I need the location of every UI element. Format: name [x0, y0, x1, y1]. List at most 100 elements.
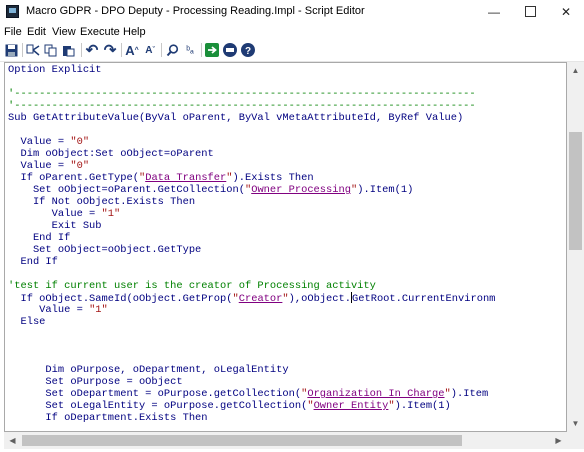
code-line[interactable]: End If	[8, 256, 495, 268]
code-line[interactable]: '---------------------------------------…	[8, 88, 495, 100]
code-token: Dim oPurpose, oDepartment, oLegalEntity	[8, 364, 289, 376]
code-line[interactable]: Exit Sub	[8, 220, 495, 232]
stop-button[interactable]	[222, 42, 238, 58]
code-line[interactable]: Value = "0"	[8, 136, 495, 148]
code-line[interactable]: Option Explicit	[8, 64, 495, 76]
code-line[interactable]: Set oPurpose = oObject	[8, 376, 495, 388]
code-line[interactable]: Set oObject=oObject.GetType	[8, 244, 495, 256]
code-line[interactable]	[8, 268, 495, 280]
code-token: ).Item(1)	[394, 400, 451, 412]
maximize-button[interactable]	[512, 0, 548, 24]
code-token: Value =	[8, 136, 71, 148]
menu-view[interactable]: View	[52, 26, 76, 38]
code-token: Set oDepartment = oPurpose.getCollection…	[8, 388, 302, 400]
code-token: "0"	[70, 160, 90, 172]
code-link[interactable]: Owner Entity	[314, 400, 389, 412]
menu-help[interactable]: Help	[123, 26, 146, 38]
horizontal-scroll-thumb[interactable]	[22, 435, 462, 446]
code-line[interactable]: If oParent.GetType("Data Transfer").Exis…	[8, 172, 495, 184]
code-line[interactable]: If Not oObject.Exists Then	[8, 196, 495, 208]
scroll-down-icon[interactable]: ▼	[567, 415, 584, 432]
code-line[interactable]: Value = "0"	[8, 160, 495, 172]
code-token: End If	[8, 232, 71, 244]
code-line[interactable]: Sub GetAttributeValue(ByVal oParent, ByV…	[8, 112, 495, 124]
code-link[interactable]: Owner Processing	[251, 184, 351, 196]
code-token: Set oPurpose = oObject	[8, 376, 183, 388]
redo-button[interactable]: ↷	[102, 42, 118, 59]
toolbar-separator	[121, 43, 122, 57]
run-button[interactable]	[204, 42, 220, 58]
toolbar-separator	[161, 43, 162, 57]
code-token: "1"	[89, 304, 108, 316]
font-decrease-icon: A	[145, 44, 153, 56]
code-link[interactable]: Creator	[239, 293, 283, 305]
code-line[interactable]	[8, 340, 495, 352]
undo-button[interactable]: ↶	[84, 42, 100, 59]
code-line[interactable]	[8, 124, 495, 136]
horizontal-scrollbar[interactable]: ◀ ▶	[4, 432, 567, 449]
help-button[interactable]: ?	[240, 42, 256, 58]
code-token: Dim oObject:Set oObject=oParent	[8, 148, 214, 160]
code-line[interactable]: If oObject.SameId(oObject.GetProp("Creat…	[8, 292, 496, 305]
toolbar-separator	[81, 43, 82, 57]
code-editor[interactable]: Option Explicit '-----------------------…	[4, 62, 567, 432]
search-button[interactable]	[164, 42, 180, 58]
window-title: Macro GDPR - DPO Deputy - Processing Rea…	[26, 5, 365, 17]
scroll-right-icon[interactable]: ▶	[550, 432, 567, 449]
code-line[interactable]: Set oObject=oParent.GetCollection("Owner…	[8, 184, 495, 196]
code-line[interactable]: Set oLegalEntity = oPurpose.getCollectio…	[8, 400, 495, 412]
help-icon: ?	[241, 43, 255, 57]
code-line[interactable]: Dim oObject:Set oObject=oParent	[8, 148, 495, 160]
code-text[interactable]: Option Explicit '-----------------------…	[8, 64, 495, 424]
code-line[interactable]: Value = "1"	[8, 208, 495, 220]
code-link[interactable]: Organization In Charge	[307, 388, 444, 400]
save-button[interactable]	[3, 42, 19, 58]
menu-bar: File Edit View Execute Help	[0, 24, 584, 40]
code-line[interactable]: Dim oPurpose, oDepartment, oLegalEntity	[8, 364, 495, 376]
code-token: Sub GetAttributeValue(ByVal oParent, ByV…	[8, 112, 464, 124]
font-decrease-button[interactable]: Aˇ	[142, 42, 158, 58]
toolbar: ↶ ↷ A ^ Aˇ ᵇₐ ?	[0, 40, 584, 62]
menu-execute[interactable]: Execute	[80, 26, 120, 38]
code-line[interactable]: If oDepartment.Exists Then	[8, 412, 495, 424]
code-token: '---------------------------------------…	[8, 88, 476, 100]
replace-button[interactable]: ᵇₐ	[182, 42, 198, 58]
code-line[interactable]	[8, 328, 495, 340]
app-icon	[6, 5, 19, 18]
replace-icon: ᵇₐ	[186, 44, 194, 56]
code-token: "0"	[70, 136, 90, 148]
code-line[interactable]: Else	[8, 316, 495, 328]
code-line[interactable]	[8, 76, 495, 88]
code-token: Option Explicit	[8, 64, 102, 76]
font-increase-icon: A	[125, 42, 135, 58]
scroll-left-icon[interactable]: ◀	[4, 432, 21, 449]
menu-edit[interactable]: Edit	[27, 26, 46, 38]
code-line[interactable]: '---------------------------------------…	[8, 100, 495, 112]
code-line[interactable]: 'test if current user is the creator of …	[8, 280, 495, 292]
vertical-scroll-thumb[interactable]	[569, 132, 582, 250]
code-token: If Not oObject.Exists Then	[8, 196, 196, 208]
vertical-scrollbar[interactable]: ▲ ▼	[567, 62, 584, 432]
code-token: Set oObject=oObject.GetType	[8, 244, 202, 256]
code-token: If oParent.GetType(	[8, 172, 139, 184]
code-line[interactable]	[8, 352, 495, 364]
maximize-icon	[524, 6, 536, 18]
code-token: 'test if current user is the creator of …	[8, 280, 376, 292]
copy-button[interactable]	[43, 42, 59, 58]
code-line[interactable]: End If	[8, 232, 495, 244]
scroll-up-icon[interactable]: ▲	[567, 62, 584, 79]
minimize-button[interactable]: —	[476, 0, 512, 24]
code-token: If oDepartment.Exists Then	[8, 412, 208, 424]
code-token: Value =	[8, 208, 102, 220]
redo-icon: ↷	[103, 42, 117, 59]
menu-file[interactable]: File	[4, 26, 22, 38]
code-line[interactable]: Set oDepartment = oPurpose.getCollection…	[8, 388, 495, 400]
code-link[interactable]: Data Transfer	[145, 172, 226, 184]
code-token: GetRoot.CurrentEnvironm	[352, 293, 496, 305]
cut-button[interactable]	[25, 42, 41, 58]
code-line[interactable]: Value = "1"	[8, 304, 495, 316]
font-increase-button[interactable]: A ^	[124, 42, 140, 58]
close-button[interactable]: ✕	[548, 0, 584, 24]
scrollbar-corner	[567, 432, 584, 449]
paste-button[interactable]	[61, 42, 77, 58]
